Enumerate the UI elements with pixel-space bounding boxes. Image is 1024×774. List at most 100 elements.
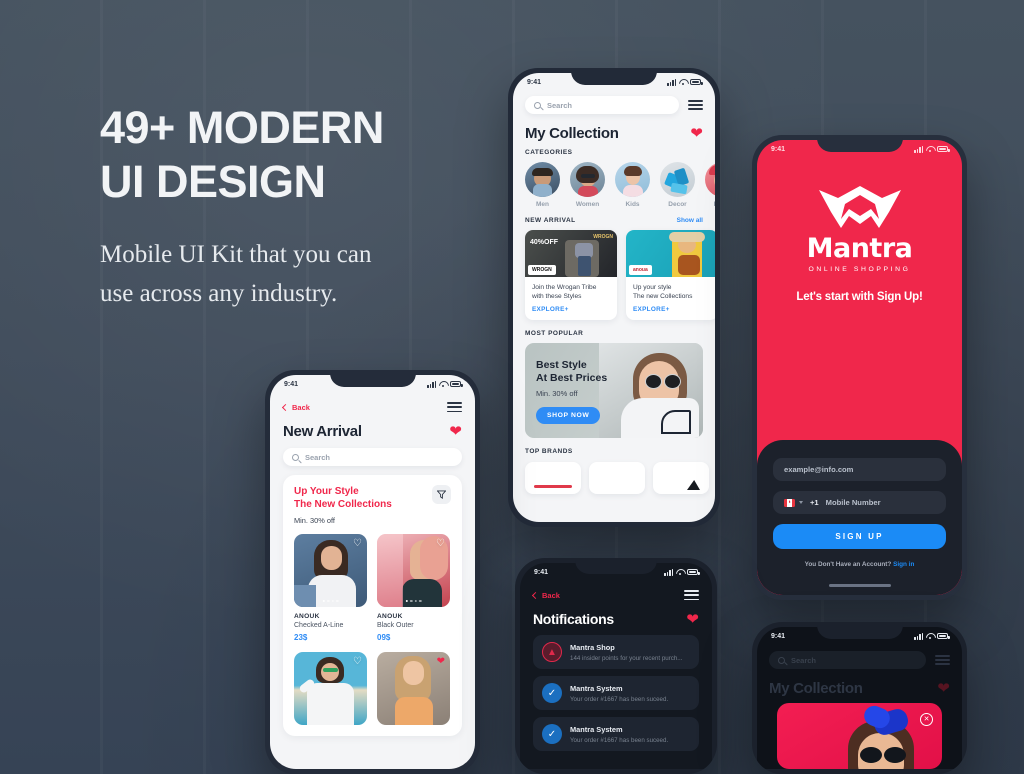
battery-icon <box>937 633 950 639</box>
category-avatar <box>705 162 715 197</box>
home-indicator <box>828 584 891 587</box>
new-arrival-card[interactable]: 40%OFF WROGN WROGN Join the Wrogan Tribe… <box>525 230 617 320</box>
category-item[interactable]: Decor <box>660 162 695 208</box>
menu-button[interactable] <box>447 402 462 413</box>
notification-item[interactable]: ✓ Mantra System Your order #1667 has bee… <box>533 717 699 752</box>
hero-title-line-2: UI DESIGN <box>100 156 326 207</box>
notification-item[interactable]: ✓ Mantra System Your order #1667 has bee… <box>533 676 699 711</box>
brand-name: Mantra <box>806 233 913 264</box>
card-title-line-1: Join the Wrogan Tribe <box>532 284 597 291</box>
product-card[interactable]: ♡ <box>294 652 367 726</box>
category-label: Women <box>575 201 600 208</box>
status-time: 9:41 <box>771 632 786 640</box>
status-bar: 9:41 <box>513 73 715 91</box>
menu-button[interactable] <box>935 654 950 666</box>
new-arrival-card[interactable]: anoua Up your style The new Collections … <box>626 230 715 320</box>
notification-title: Mantra Shop <box>570 643 615 653</box>
category-item[interactable]: Kids <box>615 162 650 208</box>
wifi-icon <box>439 381 447 387</box>
banner-subtitle: Min. 30% off <box>536 389 578 398</box>
promo-title-line-1: Up Your Style <box>294 486 359 498</box>
brand-tile[interactable] <box>589 462 645 494</box>
category-label: Kids <box>625 201 640 208</box>
signal-icon <box>427 380 436 388</box>
card-title-line-1: Up your style <box>633 284 672 291</box>
close-icon[interactable]: ✕ <box>920 713 933 726</box>
hero-subtitle-line-1: Mobile UI Kit that you can <box>100 241 372 268</box>
battery-icon <box>690 79 703 85</box>
most-popular-banner[interactable]: Best Style At Best Prices Min. 30% off S… <box>525 343 703 438</box>
favorites-icon[interactable]: ❤ <box>937 681 950 696</box>
image-dots <box>322 599 339 603</box>
phone-notifications: 9:41 Back Notifications ❤ ▲ Mantra Shop <box>515 558 717 774</box>
product-brand: ANOUK <box>377 613 403 621</box>
sign-in-link[interactable]: Sign in <box>893 561 914 568</box>
check-icon: ✓ <box>542 683 562 704</box>
product-price: 09$ <box>377 633 391 643</box>
status-icons <box>664 568 700 576</box>
favorites-icon[interactable]: ❤ <box>449 424 462 439</box>
category-item[interactable]: Women <box>570 162 605 208</box>
notification-body: Your order #1667 has been suceed. <box>570 736 669 744</box>
product-card[interactable]: ♡ ANOUK Black Outer 09$ <box>377 534 450 642</box>
country-code: +1 <box>810 498 819 507</box>
phone-field[interactable]: +1 Mobile Number <box>773 491 946 514</box>
category-item[interactable]: Men <box>525 162 560 208</box>
product-card[interactable]: ♡ ANOUK Checked A-Line 23$ <box>294 534 367 642</box>
category-avatar <box>660 162 695 197</box>
brand-tile[interactable] <box>653 462 709 494</box>
back-button[interactable]: Back <box>281 403 310 412</box>
card-explore-link[interactable]: EXPLORE+ <box>633 306 711 313</box>
category-item[interactable]: Disco <box>705 162 715 208</box>
email-field[interactable]: example@info.com <box>773 458 946 481</box>
filter-button[interactable] <box>432 485 451 505</box>
sign-up-button[interactable]: SIGN UP <box>773 524 946 549</box>
favorite-icon[interactable]: ❤ <box>437 657 445 667</box>
category-avatar <box>570 162 605 197</box>
status-time: 9:41 <box>534 568 549 576</box>
favorites-icon[interactable]: ❤ <box>690 126 703 141</box>
search-input[interactable]: Search <box>769 651 926 669</box>
search-icon <box>292 453 299 461</box>
dark-collection-screen: 9:41 Search My Collection ❤ ✕ <box>757 627 962 769</box>
favorite-icon[interactable]: ♡ <box>353 539 362 549</box>
wifi-icon <box>676 569 684 575</box>
chevron-left-icon <box>281 403 290 411</box>
search-input[interactable]: Search <box>283 448 462 467</box>
account-prompt-text: You Don't Have an Account? <box>804 561 892 568</box>
notification-title: Mantra System <box>570 725 623 735</box>
show-all-link[interactable]: Show all <box>677 217 703 224</box>
promo-card: Up Your Style The New Collections Min. 3… <box>283 475 462 737</box>
notification-item[interactable]: ▲ Mantra Shop 144 insider points for you… <box>533 635 699 670</box>
favorite-icon[interactable]: ♡ <box>353 657 362 667</box>
image-dots <box>405 599 422 603</box>
signal-icon <box>664 568 673 576</box>
product-card[interactable]: ❤ <box>377 652 450 726</box>
country-flag-icon <box>784 498 795 507</box>
card-title-line-2: The new Collections <box>633 293 693 300</box>
product-image: ♡ <box>294 652 367 726</box>
chevron-down-icon[interactable] <box>799 501 803 504</box>
banner-title-line-1: Best Style <box>536 359 587 371</box>
brand-tile[interactable] <box>525 462 581 494</box>
status-icons <box>914 145 950 153</box>
arrival-screen: 9:41 Back New Arrival ❤ Search Up Your S… <box>270 375 475 769</box>
phone-my-collection: 9:41 Search My Collection ❤ CATEGORIES M… <box>508 68 720 527</box>
search-input[interactable]: Search <box>525 96 679 114</box>
phone-new-arrival: 9:41 Back New Arrival ❤ Search Up Your S… <box>265 370 480 774</box>
wifi-icon <box>926 633 934 639</box>
product-price: 23$ <box>294 633 308 643</box>
menu-button[interactable] <box>688 99 703 111</box>
filter-icon <box>437 490 446 500</box>
favorites-icon[interactable]: ❤ <box>686 612 699 627</box>
product-image: ♡ <box>377 534 450 608</box>
status-bar: 9:41 <box>270 375 475 393</box>
favorite-icon[interactable]: ♡ <box>436 539 445 549</box>
menu-button[interactable] <box>684 590 699 601</box>
product-image: ❤ <box>377 652 450 726</box>
card-explore-link[interactable]: EXPLORE+ <box>532 306 610 313</box>
back-button[interactable]: Back <box>531 591 560 600</box>
shop-now-button[interactable]: SHOP NOW <box>536 407 601 424</box>
status-bar: 9:41 <box>757 140 962 158</box>
status-time: 9:41 <box>527 78 542 86</box>
